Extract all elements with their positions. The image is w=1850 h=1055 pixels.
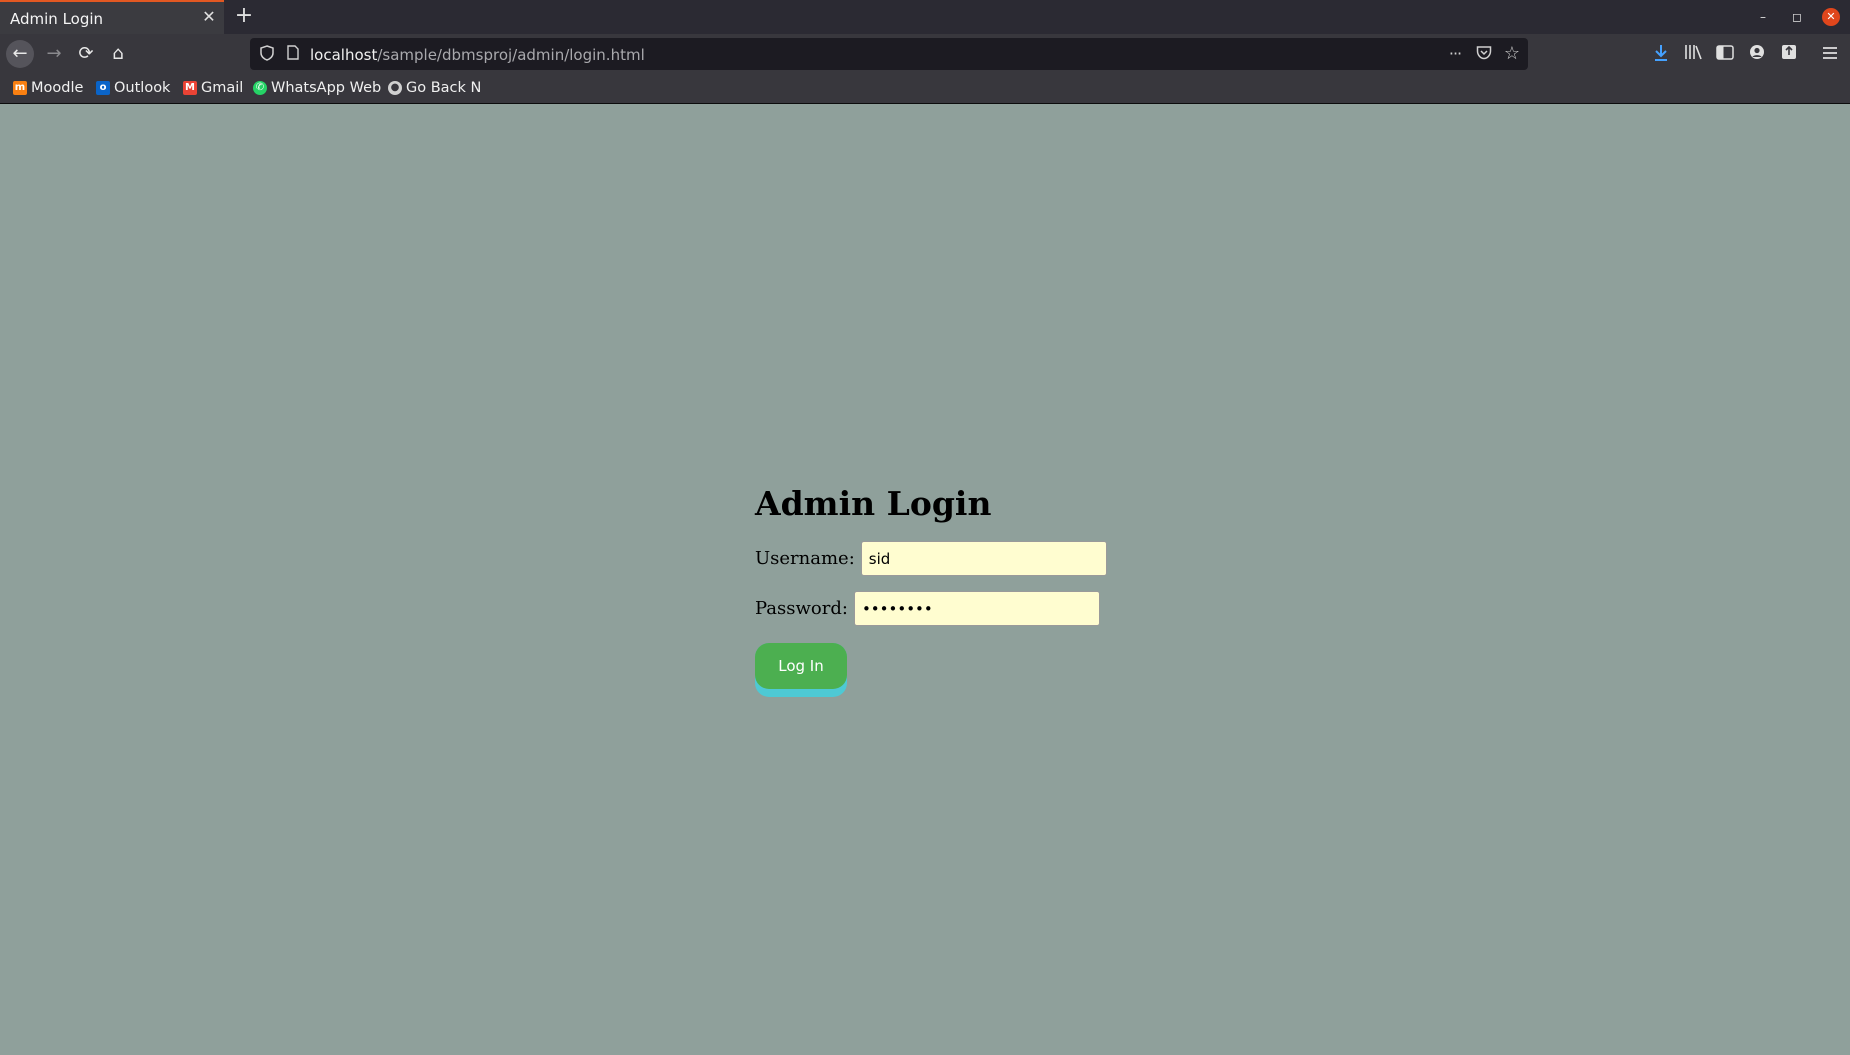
tab-close-icon[interactable]: ✕ [200,8,218,26]
username-row: Username: [755,541,1175,576]
url-bar[interactable]: localhost/sample/dbmsproj/admin/login.ht… [250,38,1528,70]
more-actions-icon[interactable]: ··· [1446,45,1464,63]
password-input[interactable] [853,591,1100,626]
bookmark-label: WhatsApp Web [271,80,382,96]
bookmark-go-back-n[interactable]: ● Go Back N [388,80,481,96]
outlook-icon: o [96,81,110,95]
tab-bar: Admin Login ✕ + – ◻ ✕ [0,0,1850,34]
bookmark-label: Gmail [201,80,244,96]
log-in-label: Log In [755,643,847,689]
home-icon[interactable]: ⌂ [104,40,132,68]
new-tab-icon[interactable]: + [232,4,256,28]
username-input[interactable] [860,541,1107,576]
bookmark-gmail[interactable]: M Gmail [183,80,243,96]
bookmark-star-icon[interactable]: ☆ [1503,45,1521,63]
menu-icon[interactable] [1819,44,1841,66]
gmail-icon: M [183,81,197,95]
bookmark-label: Go Back N [406,80,482,96]
page-content: Admin Login Username: Password: Log In [0,104,1850,1055]
pocket-icon[interactable] [1475,45,1493,63]
reload-icon[interactable]: ⟳ [72,40,100,68]
github-icon: ● [388,81,402,95]
url-path: /sample/dbmsproj/admin/login.html [377,46,645,64]
bookmark-whatsapp-web[interactable]: ✆ WhatsApp Web [253,80,381,96]
forward-icon[interactable]: → [40,40,68,68]
bookmark-label: Moodle [31,80,84,96]
navigation-bar: ← → ⟳ ⌂ localhost/sample/dbmsproj/admin/… [0,34,1850,74]
page-icon [284,45,302,63]
minimize-icon[interactable]: – [1754,8,1772,26]
bookmarks-bar: m Moodle o Outlook M Gmail ✆ WhatsApp We… [0,74,1850,104]
login-form: Admin Login Username: Password: Log In [755,484,1175,701]
download-icon[interactable] [1650,44,1672,66]
sidebar-icon[interactable] [1714,44,1736,66]
whatsapp-icon: ✆ [253,81,267,95]
tab-title: Admin Login [10,10,104,28]
account-icon[interactable] [1746,44,1768,66]
tab-admin-login[interactable]: Admin Login ✕ [0,0,224,34]
bookmark-outlook[interactable]: o Outlook [96,80,170,96]
bookmark-moodle[interactable]: m Moodle [13,80,83,96]
moodle-icon: m [13,81,27,95]
url-host: localhost [310,46,378,64]
window-close-icon[interactable]: ✕ [1822,8,1840,26]
back-icon[interactable]: ← [6,40,34,68]
password-row: Password: [755,591,1175,626]
restore-icon[interactable]: ◻ [1788,8,1806,26]
password-label: Password: [755,598,848,619]
log-in-button[interactable]: Log In [755,643,847,697]
page-title: Admin Login [755,484,992,523]
bookmark-label: Outlook [114,80,171,96]
shield-icon[interactable] [258,45,276,63]
extension-icon[interactable] [1778,44,1800,66]
username-label: Username: [755,548,855,569]
library-icon[interactable] [1682,44,1704,66]
url-text[interactable]: localhost/sample/dbmsproj/admin/login.ht… [310,46,645,64]
